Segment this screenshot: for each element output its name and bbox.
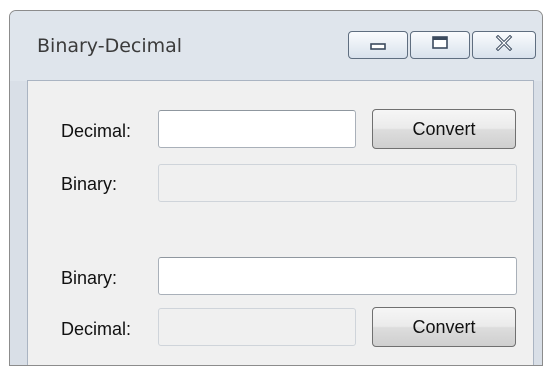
- client-area: Decimal: Convert Binary: Binary: Decimal…: [27, 80, 534, 365]
- binary-output-label: Binary:: [61, 174, 118, 194]
- maximize-button[interactable]: [410, 31, 470, 59]
- binary-output-field[interactable]: [158, 164, 517, 202]
- decimal-input-field[interactable]: [158, 110, 356, 148]
- close-button[interactable]: [472, 31, 536, 59]
- decimal-input-label: Decimal:: [61, 121, 132, 141]
- minimize-button[interactable]: [348, 31, 408, 59]
- caption-buttons: [348, 31, 536, 59]
- app-window: Binary-Decimal Decimal: Convert Binary: …: [9, 10, 543, 366]
- minimize-icon: [368, 36, 388, 55]
- binary-input-label: Binary:: [61, 268, 118, 288]
- maximize-icon: [430, 35, 450, 55]
- decimal-output-field[interactable]: [158, 308, 356, 346]
- convert-to-binary-button[interactable]: Convert: [372, 109, 516, 149]
- close-icon: [494, 34, 514, 55]
- binary-input-field[interactable]: [158, 257, 517, 295]
- window-title: Binary-Decimal: [37, 35, 183, 57]
- convert-to-decimal-button[interactable]: Convert: [372, 307, 516, 347]
- title-bar[interactable]: Binary-Decimal: [10, 11, 542, 81]
- decimal-output-label: Decimal:: [61, 319, 132, 339]
